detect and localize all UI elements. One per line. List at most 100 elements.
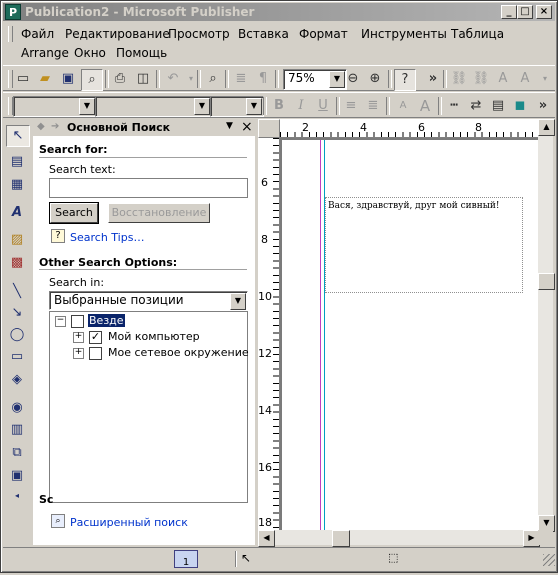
save-icon[interactable]: ▣ [58,69,78,89]
close-icon[interactable]: × [241,119,253,135]
fill-color-icon[interactable]: ▤ [488,96,508,116]
menu-table[interactable]: Таблица [447,27,508,41]
print-preview-icon[interactable]: ◫ [133,69,153,89]
menu-tools[interactable]: Инструменты [357,27,451,41]
restore-button[interactable]: Восстановление [108,203,210,223]
chevron-down-icon[interactable]: ▼ [230,293,246,310]
scroll-thumb[interactable] [538,273,555,290]
paragraph-mark-icon[interactable]: ¶ [253,69,273,89]
print-icon[interactable]: ⎙ [110,69,130,89]
task-pane-menu-icon[interactable]: ▼ [226,121,233,131]
font-select[interactable]: ▼ [95,96,212,117]
rectangle-tool-icon[interactable]: ▭ [6,347,28,367]
menu-window[interactable]: Окно [70,46,110,60]
justify-icon[interactable]: ≣ [363,96,383,116]
hotspot-tool-icon[interactable]: ◉ [6,398,28,418]
publisher-app-icon[interactable]: P [5,4,21,20]
decrease-font-icon[interactable]: A [393,96,413,116]
menu-grip[interactable] [8,26,13,42]
line-style-icon[interactable]: ┅ [444,96,464,116]
forward-arrow-icon[interactable]: ➔ [51,121,59,132]
columns-icon[interactable]: ≣ [231,69,251,89]
tree-item-network-places[interactable]: + Мое сетевое окружение [55,346,249,360]
palette-more-icon[interactable]: ◂ [6,486,28,506]
menu-file[interactable]: Файл [17,27,58,41]
close-button[interactable]: × [536,5,552,19]
scroll-thumb[interactable] [332,530,350,547]
expand-icon[interactable]: + [73,348,84,359]
vertical-scrollbar[interactable]: ▲ ▼ [538,119,555,532]
back-arrow-icon[interactable]: ◆ [37,121,45,132]
options-dropdown-icon[interactable]: ▾ [535,69,555,89]
underline-button[interactable]: U [313,96,333,116]
chevron-down-icon[interactable]: ▼ [79,98,95,115]
text-effect-icon[interactable]: A [515,69,535,89]
link-icon[interactable]: ⛓ [449,69,469,89]
search-tips-link[interactable]: Search Tips… [70,231,144,244]
tree-item-everywhere[interactable]: − Везде [55,313,245,328]
design-gallery-tool-icon[interactable]: ▣ [6,466,28,486]
ruler-origin[interactable] [258,119,280,138]
horizontal-ruler[interactable]: 2 4 6 8 [280,119,540,138]
zoom-in-icon[interactable]: ⊕ [365,69,385,89]
search-pane-icon[interactable]: ⌕ [81,69,103,91]
align-right-icon[interactable]: ≡ [341,96,361,116]
help-icon[interactable]: ? [394,69,416,91]
text-frame[interactable]: Вася, здравствуй, друг мой сивный! [325,197,523,293]
increase-font-icon[interactable]: A [415,96,435,116]
search-in-select[interactable]: Выбранные позиции ▼ [49,291,248,310]
page-navigator-button[interactable]: 1 [174,550,198,568]
open-folder-icon[interactable]: ▰ [35,69,55,89]
text-box-tool-icon[interactable]: ▤ [6,152,28,172]
chevron-down-icon[interactable]: ▼ [246,98,262,115]
expand-icon[interactable]: + [73,332,84,343]
tree-item-my-computer[interactable]: + ✓ Мой компьютер [55,330,245,344]
scroll-left-icon[interactable]: ◀ [258,530,275,547]
menu-arrange[interactable]: Arrange [17,46,73,60]
font-style-icon[interactable]: A [493,69,513,89]
maximize-button[interactable]: □ [517,5,533,19]
html-fragment-tool-icon[interactable]: ⧉ [6,443,28,463]
menu-edit[interactable]: Редактирование [61,27,174,41]
zoom-select[interactable]: 75% ▼ [283,69,347,90]
menu-view[interactable]: Просмотр [164,27,234,41]
menu-help[interactable]: Помощь [112,46,171,60]
search-text-input[interactable] [49,178,248,198]
advanced-search-link[interactable]: Расширенный поиск [70,516,188,529]
italic-button[interactable]: I [291,96,311,116]
toolbar-more-icon[interactable]: » [423,69,443,89]
chevron-down-icon[interactable]: ▼ [194,98,210,115]
menu-insert[interactable]: Вставка [234,27,293,41]
table-tool-icon[interactable]: ▦ [6,175,28,195]
oval-tool-icon[interactable]: ◯ [6,325,28,345]
horizontal-scrollbar[interactable]: ◀ ▶ [258,530,540,547]
scroll-up-icon[interactable]: ▲ [538,119,555,136]
form-control-tool-icon[interactable]: ▥ [6,420,28,440]
checkbox[interactable]: ✓ [89,331,102,344]
menu-format[interactable]: Формат [295,27,352,41]
zoom-out-icon[interactable]: ⊖ [343,69,363,89]
picture-tool-icon[interactable]: ▨ [6,230,28,250]
checkbox[interactable] [89,347,102,360]
autoshapes-tool-icon[interactable]: ◈ [6,370,28,390]
resize-grip[interactable] [543,554,555,566]
search-button[interactable]: Search [49,202,99,224]
wordart-tool-icon[interactable]: A [6,203,28,223]
3d-icon[interactable]: ◼ [510,96,530,116]
vertical-ruler[interactable]: 6 8 10 12 14 16 18 [258,138,280,530]
style-select[interactable]: ▼ [13,96,97,117]
checkbox[interactable] [71,315,84,328]
undo-icon[interactable]: ↶ [163,69,183,89]
font-size-select[interactable]: ▼ [210,96,264,117]
arrow-tool-icon[interactable]: ↘ [6,303,28,323]
find-icon[interactable]: ⌕ [203,69,223,89]
title-bar[interactable]: P Publication2 - Microsoft Publisher _ □… [3,3,555,21]
collapse-icon[interactable]: − [55,316,66,327]
new-document-icon[interactable]: ▭ [13,69,33,89]
publication-page[interactable]: Вася, здравствуй, друг мой сивный! [282,140,540,530]
pointer-tool-icon[interactable]: ↖ [6,125,30,147]
minimize-button[interactable]: _ [501,5,517,19]
text-frame-content[interactable]: Вася, здравствуй, друг мой сивный! [328,201,500,211]
unlink-icon[interactable]: ⛓ [471,69,491,89]
advanced-search-icon[interactable]: ⌕ [51,514,65,528]
